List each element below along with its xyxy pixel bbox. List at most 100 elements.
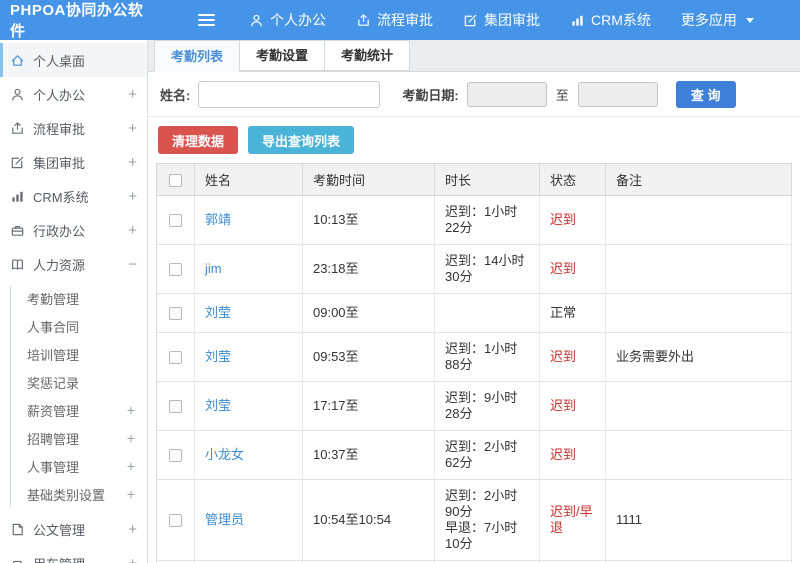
remark-cell: 1111 bbox=[605, 479, 792, 561]
duration-cell: 迟到：9小时28分 bbox=[434, 381, 540, 431]
edit-icon bbox=[463, 13, 478, 28]
expand-toggle-icon[interactable]: − bbox=[128, 257, 137, 272]
topnav-item-label: 流程审批 bbox=[377, 12, 433, 28]
topnav-item[interactable]: CRM系统 bbox=[570, 10, 651, 30]
sidebar-subitem[interactable]: 人事合同 bbox=[0, 312, 147, 340]
tab[interactable]: 考勤列表 bbox=[154, 40, 241, 72]
employee-name-link[interactable]: 刘莹 bbox=[205, 349, 231, 364]
date-to-input[interactable] bbox=[577, 81, 658, 107]
expand-toggle-icon[interactable]: + bbox=[128, 223, 137, 238]
checkbox-cell bbox=[156, 195, 195, 245]
status-cell: 迟到 bbox=[539, 244, 606, 294]
expand-toggle-icon[interactable]: + bbox=[127, 431, 135, 445]
expand-toggle-icon[interactable]: + bbox=[128, 155, 137, 170]
sidebar-item[interactable]: 人力资源 − bbox=[0, 247, 147, 281]
name-cell: 小龙女 bbox=[194, 430, 303, 480]
sidebar-item-label: 个人办公 bbox=[33, 87, 86, 103]
row-checkbox[interactable] bbox=[169, 400, 182, 414]
row-checkbox[interactable] bbox=[169, 449, 182, 463]
sidebar-subitem[interactable]: 奖惩记录 bbox=[0, 368, 147, 396]
name-input[interactable] bbox=[198, 80, 381, 108]
sidebar-item-label: 行政办公 bbox=[33, 223, 86, 239]
employee-name-link[interactable]: 管理员 bbox=[205, 512, 244, 527]
sidebar-subitem-label: 奖惩记录 bbox=[27, 375, 80, 391]
topnav-item[interactable]: 集团审批 bbox=[463, 10, 540, 30]
search-form: 姓名: 考勤日期: 至 查 询 bbox=[148, 72, 800, 117]
sidebar-subitem[interactable]: 培训管理 bbox=[0, 340, 147, 368]
row-checkbox[interactable] bbox=[169, 263, 182, 277]
expand-toggle-icon[interactable]: + bbox=[128, 189, 137, 204]
tab[interactable]: 考勤设置 bbox=[239, 40, 326, 71]
sidebar-item[interactable]: 用车管理+ bbox=[0, 546, 147, 563]
column-header: 时长 bbox=[434, 163, 540, 196]
column-header: 备注 bbox=[605, 163, 792, 196]
sidebar-subitem[interactable]: 招聘管理 + bbox=[0, 424, 147, 452]
sidebar-subitem-label: 人事管理 bbox=[27, 459, 80, 475]
clean-data-button[interactable]: 清理数据 bbox=[158, 126, 239, 154]
topnav-item-label: CRM系统 bbox=[591, 12, 651, 28]
tab[interactable]: 考勤统计 bbox=[324, 40, 411, 71]
row-checkbox[interactable] bbox=[169, 351, 182, 365]
edit-icon bbox=[10, 155, 25, 170]
sidebar-subitem-label: 招聘管理 bbox=[27, 431, 80, 447]
row-checkbox[interactable] bbox=[169, 214, 182, 228]
column-header: 状态 bbox=[539, 163, 606, 196]
sidebar-item[interactable]: CRM系统 + bbox=[0, 179, 147, 213]
menu-toggle-icon[interactable] bbox=[198, 14, 215, 26]
duration-line: 迟到：2小时62分 bbox=[445, 439, 518, 470]
sidebar-subitem[interactable]: 薪资管理 + bbox=[0, 396, 147, 424]
sidebar-item[interactable]: 流程审批 + bbox=[0, 111, 147, 145]
sidebar-item[interactable]: 集团审批 + bbox=[0, 145, 147, 179]
attendance-time-cell: 10:13至 bbox=[302, 195, 435, 245]
status-cell: 迟到 bbox=[539, 332, 606, 382]
topnav-item[interactable]: 流程审批 bbox=[356, 10, 433, 30]
employee-name-link[interactable]: 刘莹 bbox=[205, 305, 231, 320]
expand-toggle-icon[interactable]: + bbox=[128, 556, 137, 563]
main-content: 考勤列表 考勤设置 考勤统计 姓名: 考勤日期: 至 查 询 清理数据 导出查询列表 bbox=[148, 40, 800, 563]
duration-line: 迟到：9小时28分 bbox=[445, 390, 518, 421]
expand-toggle-icon[interactable]: + bbox=[127, 403, 135, 417]
sidebar-subitem[interactable]: 考勤管理 bbox=[0, 284, 147, 312]
topnav-item[interactable]: 个人办公 bbox=[249, 10, 326, 30]
employee-name-link[interactable]: 刘莹 bbox=[205, 398, 231, 413]
row-checkbox[interactable] bbox=[169, 514, 182, 528]
attendance-time-cell: 10:54至10:54 bbox=[302, 479, 435, 561]
table-wrap: 姓名 考勤时间 时长 状态 备注 郭靖 10:13至 迟到：1小时22分 迟到 jim 23:18… bbox=[156, 163, 792, 563]
topnav-item-label: 更多应用 bbox=[680, 12, 737, 28]
select-all-cell bbox=[156, 163, 195, 196]
expand-toggle-icon[interactable]: + bbox=[128, 522, 137, 537]
name-cell: 刘莹 bbox=[194, 381, 303, 431]
expand-toggle-icon[interactable]: + bbox=[128, 87, 137, 102]
status-text: 迟到 bbox=[550, 349, 577, 364]
employee-name-link[interactable]: 郭靖 bbox=[205, 212, 231, 227]
sidebar-item[interactable]: 行政办公 + bbox=[0, 213, 147, 247]
expand-toggle-icon[interactable]: + bbox=[128, 121, 137, 136]
sidebar-item[interactable]: 个人办公 + bbox=[0, 77, 147, 111]
chart-icon bbox=[570, 13, 585, 28]
sidebar-item[interactable]: 公文管理 + bbox=[0, 512, 147, 546]
sidebar-subitem[interactable]: 人事管理 + bbox=[0, 452, 147, 480]
home-icon bbox=[10, 53, 25, 68]
query-button[interactable]: 查 询 bbox=[675, 80, 736, 108]
status-text: 迟到 bbox=[550, 261, 577, 276]
employee-name-link[interactable]: jim bbox=[205, 261, 222, 276]
remark-cell: 业务需要外出 bbox=[605, 332, 792, 382]
column-header: 考勤时间 bbox=[302, 163, 435, 196]
sidebar-item-label: 用车管理 bbox=[33, 554, 128, 563]
attendance-time-cell: 09:53至 bbox=[302, 332, 435, 382]
export-list-button[interactable]: 导出查询列表 bbox=[248, 126, 355, 154]
app-title: PHPOA协同办公软件 bbox=[10, 2, 144, 40]
name-cell: 刘莹 bbox=[194, 293, 303, 333]
sidebar-subitem[interactable]: 基础类别设置 + bbox=[0, 480, 147, 508]
expand-toggle-icon[interactable]: + bbox=[127, 487, 135, 501]
select-all-checkbox[interactable] bbox=[169, 174, 182, 188]
duration-line: 迟到：1小时22分 bbox=[445, 204, 518, 235]
topnav-item[interactable]: 更多应用 bbox=[681, 10, 754, 30]
expand-toggle-icon[interactable]: + bbox=[127, 459, 135, 473]
employee-name-link[interactable]: 小龙女 bbox=[205, 447, 244, 462]
duration-cell: 迟到：2小时62分 bbox=[434, 430, 540, 480]
attendance-time-cell: 09:00至 bbox=[302, 293, 435, 333]
sidebar-item[interactable]: 个人桌面 bbox=[0, 43, 147, 77]
row-checkbox[interactable] bbox=[169, 307, 182, 321]
date-from-input[interactable] bbox=[466, 81, 547, 107]
